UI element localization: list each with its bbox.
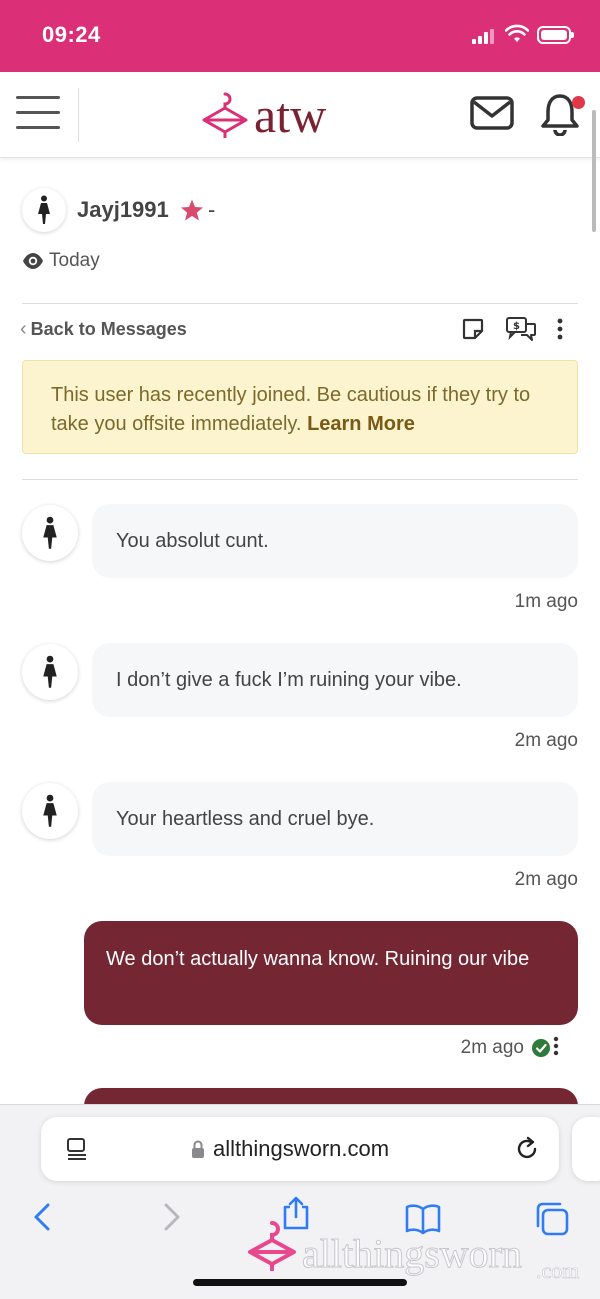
- person-icon: [43, 516, 57, 549]
- message-time: 2m ago: [514, 730, 578, 751]
- message-text: Your heartless and cruel bye.: [116, 807, 375, 830]
- reader-icon[interactable]: [65, 1137, 89, 1163]
- logo-text: atw: [254, 87, 327, 143]
- divider: [22, 303, 578, 304]
- site-logo[interactable]: atw: [200, 88, 326, 142]
- message-meta: 2m ago: [461, 1037, 550, 1059]
- person-icon: [38, 195, 50, 224]
- sender-avatar[interactable]: [22, 783, 78, 839]
- person-icon: [43, 794, 57, 827]
- adjacent-tab-preview[interactable]: [572, 1117, 600, 1181]
- message-bubble-incoming: Your heartless and cruel bye.: [92, 782, 578, 856]
- avatar[interactable]: [22, 188, 66, 232]
- address-bar[interactable]: allthingsworn.com: [41, 1117, 559, 1181]
- message-text: You absolut cunt.: [116, 529, 269, 552]
- back-to-messages-link[interactable]: ‹ Back to Messages: [20, 318, 187, 341]
- status-time: 09:24: [42, 22, 101, 47]
- person-icon: [43, 655, 57, 688]
- username-separator: -: [208, 197, 216, 222]
- lock-icon: [192, 1140, 204, 1158]
- hanger-logo-icon: [202, 92, 248, 138]
- site-watermark: allthingsworn .com: [246, 1218, 580, 1283]
- new-user-warning: This user has recently joined. Be cautio…: [22, 360, 578, 454]
- message-bubble-incoming: I don’t give a fuck I’m ruining your vib…: [92, 643, 578, 717]
- mail-icon[interactable]: [470, 96, 514, 130]
- site-header: atw: [0, 72, 600, 158]
- username[interactable]: Jayj1991: [77, 197, 169, 223]
- home-indicator[interactable]: [193, 1279, 407, 1286]
- sender-avatar[interactable]: [22, 644, 78, 700]
- forward-icon[interactable]: [162, 1201, 182, 1233]
- message-text: I don’t give a fuck I’m ruining your vib…: [116, 668, 462, 691]
- message-time: 2m ago: [514, 869, 578, 890]
- header-divider: [78, 88, 79, 142]
- hanger-watermark-icon: [248, 1221, 296, 1271]
- signal-icon: [472, 28, 496, 44]
- eye-icon: [23, 253, 43, 269]
- page-scrollbar[interactable]: [592, 110, 596, 232]
- read-check-icon: [532, 1039, 550, 1057]
- menu-icon[interactable]: [16, 96, 60, 132]
- watermark-suffix: .com: [536, 1258, 580, 1284]
- url-text: allthingsworn.com: [213, 1136, 390, 1161]
- message-more-icon[interactable]: [552, 1036, 560, 1056]
- star-icon: [181, 199, 203, 221]
- message-time: 1m ago: [514, 591, 578, 612]
- sender-avatar[interactable]: [22, 505, 78, 561]
- status-bar: 09:24: [0, 0, 600, 72]
- watermark-text: allthingsworn: [302, 1231, 523, 1276]
- back-link-label: Back to Messages: [30, 319, 187, 339]
- message-text: We don’t actually wanna know. Ruining ou…: [106, 948, 530, 970]
- message-time: 2m ago: [460, 1037, 524, 1058]
- reload-icon[interactable]: [514, 1136, 540, 1162]
- message-bubble-outgoing: We don’t actually wanna know. Ruining ou…: [84, 921, 578, 1025]
- last-seen: Today: [49, 250, 100, 271]
- learn-more-link[interactable]: Learn More: [307, 413, 415, 435]
- divider: [22, 479, 578, 480]
- more-options-icon[interactable]: [556, 318, 564, 340]
- chevron-left-icon: ‹: [20, 318, 27, 340]
- svg-text:$: $: [513, 321, 520, 332]
- warning-text: This user has recently joined. Be cautio…: [51, 384, 531, 435]
- tabs-icon[interactable]: [534, 1201, 570, 1237]
- notification-dot: [572, 96, 585, 109]
- conversation-icon[interactable]: $: [505, 316, 537, 342]
- note-icon[interactable]: [462, 318, 484, 340]
- back-icon[interactable]: [32, 1201, 52, 1233]
- message-bubble-incoming: You absolut cunt.: [92, 504, 578, 578]
- battery-icon: [537, 26, 574, 44]
- wifi-icon: [505, 24, 529, 42]
